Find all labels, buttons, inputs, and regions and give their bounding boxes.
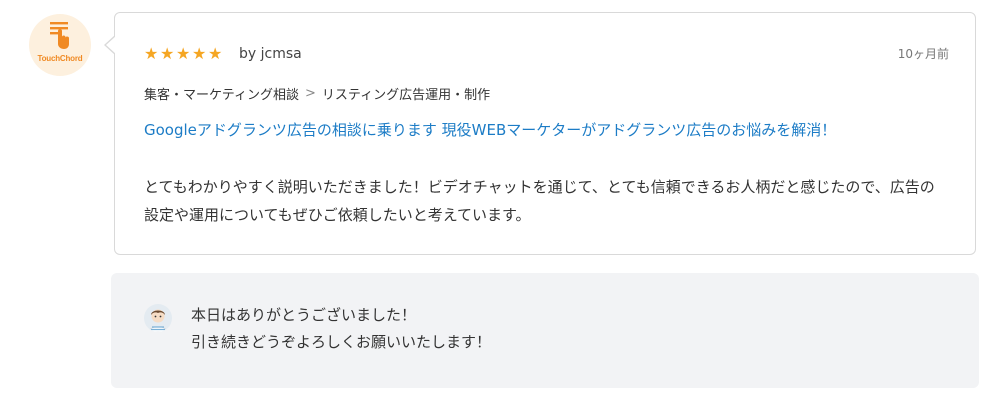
breadcrumb-category[interactable]: 集客・マーケティング相談 bbox=[144, 84, 299, 103]
service-title-link[interactable]: Googleアドグランツ広告の相談に乗ります 現役WEBマーケターがアドグランツ… bbox=[144, 117, 934, 144]
avatar-brand-label: TouchChord bbox=[37, 54, 83, 63]
review-card: ★ ★ ★ ★ ★ by jcmsa 10ヶ月前 集客・マーケティング相談 > … bbox=[104, 12, 976, 255]
star-icon: ★ bbox=[176, 44, 191, 63]
star-icon: ★ bbox=[192, 44, 207, 63]
seller-avatar-icon[interactable] bbox=[144, 304, 172, 332]
reviewer-avatar[interactable]: TouchChord bbox=[29, 14, 91, 76]
breadcrumb: 集客・マーケティング相談 > リスティング広告運用・制作 bbox=[144, 84, 490, 103]
star-icon: ★ bbox=[160, 44, 175, 63]
speech-arrow-fill bbox=[106, 36, 116, 54]
review-comment: とてもわかりやすく説明いただきました！ビデオチャットを通じて、とても信頼できるお… bbox=[144, 178, 935, 224]
rating-stars: ★ ★ ★ ★ ★ bbox=[144, 46, 224, 62]
touchchord-hand-icon bbox=[50, 22, 69, 49]
reply-line-2: 引き続きどうぞよろしくお願いいたします！ bbox=[191, 333, 492, 351]
breadcrumb-subcategory[interactable]: リスティング広告運用・制作 bbox=[322, 84, 490, 103]
seller-reply: 本日はありがとうございました！ 引き続きどうぞよろしくお願いいたします！ bbox=[111, 273, 979, 388]
reply-message: 本日はありがとうございました！ 引き続きどうぞよろしくお願いいたします！ bbox=[191, 302, 491, 356]
reply-line-1: 本日はありがとうございました！ bbox=[191, 306, 417, 324]
review-date: 10ヶ月前 bbox=[897, 47, 949, 61]
reviewer-name: by jcmsa bbox=[239, 46, 302, 62]
star-icon: ★ bbox=[208, 44, 223, 63]
star-icon: ★ bbox=[144, 44, 159, 63]
breadcrumb-separator: > bbox=[304, 86, 316, 101]
